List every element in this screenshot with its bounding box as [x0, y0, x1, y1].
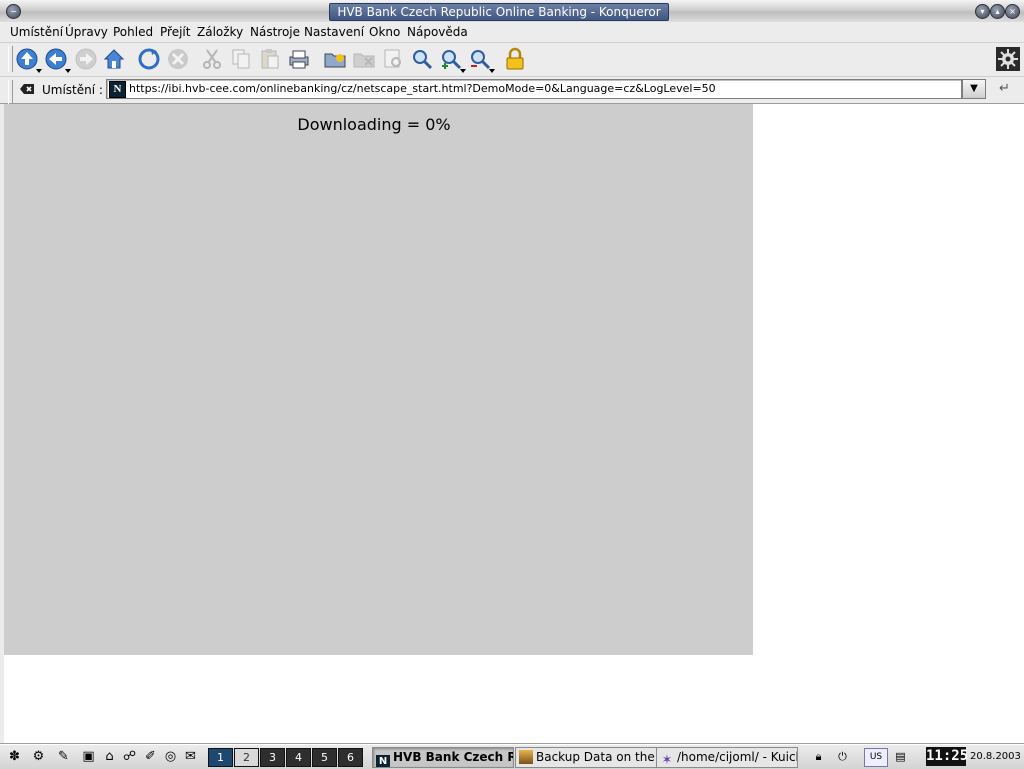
cut-icon[interactable] [200, 47, 224, 71]
print-preview-icon[interactable] [381, 47, 405, 71]
logout-icon[interactable]: ⏻ [834, 748, 851, 765]
tools-icon[interactable]: ✎ [55, 748, 72, 765]
delete-folder-icon[interactable] [352, 47, 376, 71]
mail-icon[interactable]: ✉ [182, 748, 199, 765]
desktop-5-button[interactable]: 5 [312, 748, 337, 767]
menu-settings[interactable]: Nastavení [304, 24, 364, 40]
print-icon[interactable] [287, 47, 311, 71]
toolbar-grip[interactable] [8, 46, 13, 72]
menu-edit[interactable]: Úpravy [65, 24, 108, 40]
location-grip[interactable] [8, 80, 13, 106]
site-favicon-icon: N [109, 81, 126, 98]
backup-task-icon [519, 750, 533, 764]
settings-icon[interactable]: ⚙ [30, 748, 47, 765]
menu-help[interactable]: Nápověda [407, 24, 468, 40]
maximize-button[interactable]: ▴ [990, 4, 1005, 19]
menu-location[interactable]: Umístění [10, 24, 63, 40]
taskbar: ✽ ⚙ ✎ ▣ ⌂ ☍ ✐ ◎ ✉ 1 2 3 4 5 6 N HVB Bank … [0, 744, 1024, 769]
home-folder-icon[interactable]: ⌂ [101, 748, 118, 765]
lock-screen-icon[interactable]: 🔒︎ [810, 748, 827, 765]
task-label: /home/cijoml/ - Kuick [677, 750, 798, 764]
window-titlebar[interactable]: − HVB Bank Czech Republic Online Banking… [0, 0, 1024, 23]
close-button[interactable]: × [1005, 4, 1020, 19]
help-icon[interactable]: ◎ [162, 748, 179, 765]
url-input[interactable]: N https://ibi.hvb-cee.com/onlinebanking/… [106, 79, 962, 99]
location-label: Umístění : [42, 83, 103, 97]
location-bar: Umístění : N https://ibi.hvb-cee.com/onl… [0, 77, 1024, 106]
download-progress-text: Downloading = 0% [297, 115, 451, 134]
paste-icon[interactable] [258, 47, 282, 71]
konqueror-task-icon: N [376, 755, 390, 767]
forward-arrow-icon[interactable] [74, 47, 98, 71]
task-label: HVB Bank Czech Re [393, 750, 514, 764]
menubar: Umístění Úpravy Pohled Přejít Záložky Ná… [0, 22, 1024, 43]
window-menu-button[interactable]: − [6, 4, 21, 19]
url-text[interactable]: https://ibi.hvb-cee.com/onlinebanking/cz… [129, 81, 716, 97]
desktop-2-button[interactable]: 2 [234, 748, 259, 767]
up-arrow-icon[interactable] [15, 47, 42, 73]
menu-window[interactable]: Okno [369, 24, 400, 40]
menu-tools[interactable]: Nástroje [250, 24, 300, 40]
clock[interactable]: 11:25 [926, 747, 968, 766]
minimize-button[interactable]: ▾ [975, 4, 990, 19]
reload-icon[interactable] [137, 47, 161, 71]
back-arrow-icon[interactable] [44, 47, 71, 73]
task-kuickshow[interactable]: ✶ /home/cijoml/ - Kuick [656, 747, 798, 768]
go-icon[interactable]: ↵ [996, 80, 1013, 97]
clear-location-icon[interactable] [19, 82, 35, 96]
java-applet-area[interactable]: Downloading = 0% [4, 104, 753, 655]
task-konqueror[interactable]: N HVB Bank Czech Re [372, 747, 514, 768]
network-icon[interactable]: ☍ [121, 748, 138, 765]
terminal-icon[interactable]: ▣ [80, 748, 97, 765]
desktop-1-button[interactable]: 1 [208, 748, 233, 767]
window-title: HVB Bank Czech Republic Online Banking -… [329, 3, 669, 21]
editor-icon[interactable]: ✐ [142, 748, 159, 765]
zoom-in-icon[interactable] [439, 47, 466, 73]
menu-view[interactable]: Pohled [113, 24, 153, 40]
desktop-3-button[interactable]: 3 [260, 748, 285, 767]
zoom-out-icon[interactable] [468, 47, 495, 73]
page-content: Downloading = 0% [0, 104, 1024, 744]
menu-go[interactable]: Přejít [160, 24, 190, 40]
date: 20.8.2003 [970, 751, 1021, 762]
copy-icon[interactable] [229, 47, 253, 71]
kde-menu-icon[interactable]: ✽ [6, 748, 23, 765]
stop-icon[interactable] [166, 47, 190, 71]
task-label: Backup Data on the [536, 750, 655, 764]
menu-bookmarks[interactable]: Záložky [197, 24, 243, 40]
zoom-icon[interactable] [410, 47, 434, 71]
new-folder-icon[interactable] [323, 47, 347, 71]
desktop-6-button[interactable]: 6 [338, 748, 363, 767]
task-backup[interactable]: Backup Data on the [515, 747, 657, 768]
kuickshow-task-icon: ✶ [661, 753, 673, 768]
main-toolbar [0, 43, 1024, 77]
security-lock-icon[interactable] [503, 47, 527, 71]
keyboard-layout-indicator[interactable]: US [864, 748, 888, 767]
home-icon[interactable] [102, 47, 126, 71]
activity-gear-icon [996, 47, 1020, 71]
desktop-4-button[interactable]: 4 [286, 748, 311, 767]
url-history-dropdown[interactable]: ▼ [962, 79, 986, 99]
klipper-icon[interactable]: ▤ [892, 748, 909, 765]
